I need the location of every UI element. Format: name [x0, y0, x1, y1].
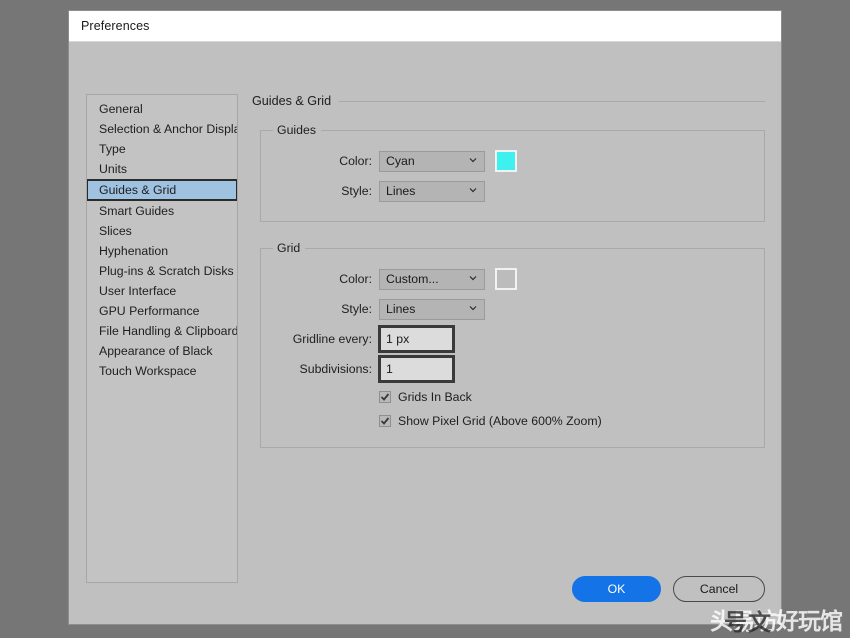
show-pixel-grid-label: Show Pixel Grid (Above 600% Zoom)	[398, 414, 602, 428]
sidebar-item-selection-anchor-display[interactable]: Selection & Anchor Display	[87, 119, 237, 139]
page-title: Guides & Grid	[252, 94, 331, 108]
guides-style-select[interactable]: Lines	[379, 181, 485, 202]
guides-color-label: Color:	[273, 154, 379, 168]
grid-color-label: Color:	[273, 272, 379, 286]
dialog-body: General Selection & Anchor Display Type …	[69, 42, 781, 624]
guides-group-legend: Guides	[273, 123, 321, 137]
chevron-down-icon	[469, 274, 477, 282]
sidebar-item-gpu-performance[interactable]: GPU Performance	[87, 301, 237, 321]
guides-style-row: Style: Lines	[273, 177, 752, 205]
grid-group-legend: Grid	[273, 241, 305, 255]
sidebar-item-smart-guides[interactable]: Smart Guides	[87, 201, 237, 221]
guides-color-row: Color: Cyan	[273, 147, 752, 175]
grid-color-value: Custom...	[386, 272, 439, 286]
guides-style-label: Style:	[273, 184, 379, 198]
grids-in-back-row[interactable]: Grids In Back	[273, 385, 752, 409]
sidebar-item-plugins-scratch-disks[interactable]: Plug-ins & Scratch Disks	[87, 261, 237, 281]
sidebar-item-type[interactable]: Type	[87, 139, 237, 159]
guides-color-value: Cyan	[386, 154, 415, 168]
subdivisions-row: Subdivisions: 1	[273, 355, 752, 383]
ok-button[interactable]: OK	[572, 576, 661, 602]
guides-color-select[interactable]: Cyan	[379, 151, 485, 172]
sidebar-item-general[interactable]: General	[87, 99, 237, 119]
preferences-dialog: Preferences General Selection & Anchor D…	[68, 10, 782, 625]
settings-pane: Guides & Grid Guides Color: Cyan	[252, 94, 765, 550]
chevron-down-icon	[469, 304, 477, 312]
gridline-every-row: Gridline every: 1 px	[273, 325, 752, 353]
show-pixel-grid-row[interactable]: Show Pixel Grid (Above 600% Zoom)	[273, 409, 752, 433]
sidebar-item-touch-workspace[interactable]: Touch Workspace	[87, 361, 237, 381]
dialog-title: Preferences	[69, 19, 150, 33]
preferences-category-list[interactable]: General Selection & Anchor Display Type …	[86, 94, 238, 583]
dialog-footer: OK Cancel	[572, 576, 765, 602]
dialog-titlebar: Preferences	[69, 11, 781, 42]
show-pixel-grid-checkbox[interactable]	[379, 415, 391, 427]
sidebar-item-guides-grid[interactable]: Guides & Grid	[86, 179, 238, 201]
grids-in-back-label: Grids In Back	[398, 390, 472, 404]
sidebar-item-units[interactable]: Units	[87, 159, 237, 179]
sidebar-item-file-handling-clipboard[interactable]: File Handling & Clipboard	[87, 321, 237, 341]
grid-color-row: Color: Custom...	[273, 265, 752, 293]
subdivisions-label: Subdivisions:	[273, 362, 379, 376]
grid-color-swatch[interactable]	[495, 268, 517, 290]
grid-color-select[interactable]: Custom...	[379, 269, 485, 290]
guides-style-value: Lines	[386, 184, 415, 198]
sidebar-item-user-interface[interactable]: User Interface	[87, 281, 237, 301]
pane-header: Guides & Grid	[252, 94, 765, 108]
grid-group: Grid Color: Custom... Style: Lines	[260, 241, 765, 448]
header-divider	[339, 101, 765, 102]
grid-style-value: Lines	[386, 302, 415, 316]
chevron-down-icon	[469, 186, 477, 194]
gridline-every-label: Gridline every:	[273, 332, 379, 346]
grid-style-select[interactable]: Lines	[379, 299, 485, 320]
sidebar-item-appearance-of-black[interactable]: Appearance of Black	[87, 341, 237, 361]
guides-group: Guides Color: Cyan Style: Lines	[260, 123, 765, 222]
sidebar-item-hyphenation[interactable]: Hyphenation	[87, 241, 237, 261]
grids-in-back-checkbox[interactable]	[379, 391, 391, 403]
cancel-button[interactable]: Cancel	[673, 576, 765, 602]
grid-style-row: Style: Lines	[273, 295, 752, 323]
sidebar-item-slices[interactable]: Slices	[87, 221, 237, 241]
subdivisions-input[interactable]: 1	[378, 355, 455, 383]
grid-style-label: Style:	[273, 302, 379, 316]
chevron-down-icon	[469, 156, 477, 164]
guides-color-swatch[interactable]	[495, 150, 517, 172]
gridline-every-input[interactable]: 1 px	[378, 325, 455, 353]
